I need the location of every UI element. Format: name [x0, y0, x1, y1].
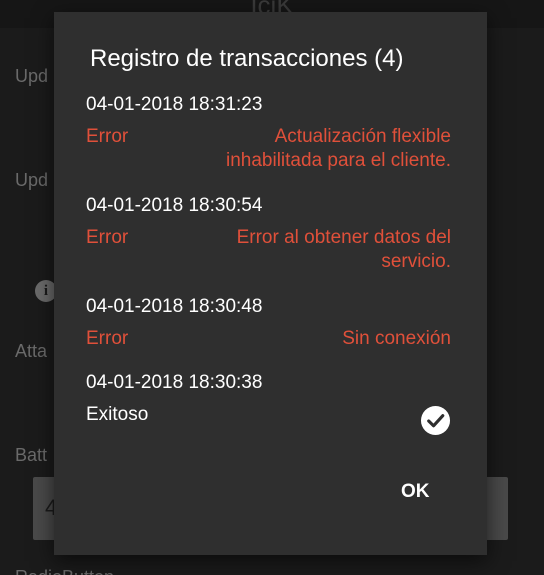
transaction-message: Sin conexión [342, 328, 451, 349]
transaction-item: 04-01-2018 18:30:48 Error Sin conexión [86, 296, 451, 351]
transaction-datetime: 04-01-2018 18:31:23 [86, 94, 263, 115]
transaction-item: 04-01-2018 18:30:38 Exitoso [86, 372, 451, 436]
transaction-status: Error [86, 328, 129, 349]
transaction-status: Error [86, 126, 129, 147]
transaction-datetime: 04-01-2018 18:30:54 [86, 195, 263, 216]
transaction-status: Error [86, 227, 129, 248]
bg-label-update-1: Upd [15, 66, 49, 86]
bg-label-update-2: Upd [15, 170, 49, 190]
transaction-log-dialog: Registro de transacciones (4) 04-01-2018… [54, 12, 487, 555]
transaction-datetime: 04-01-2018 18:30:38 [86, 372, 263, 393]
bg-label-battery: Batt [15, 445, 48, 465]
transaction-datetime: 04-01-2018 18:30:48 [86, 296, 263, 317]
check-circle-icon [420, 405, 451, 436]
transaction-item: 04-01-2018 18:31:23 Error Actualización … [86, 94, 451, 173]
transaction-message: Actualización flexible inhabilitada para… [226, 126, 451, 171]
bg-label-radio: RadioButton [15, 567, 114, 575]
transaction-message: Error al obtener datos del servicio. [236, 227, 451, 272]
transaction-status: Exitoso [86, 404, 149, 425]
ok-button[interactable]: OK [393, 477, 438, 507]
dialog-title: Registro de transacciones (4) [90, 45, 404, 72]
transaction-item: 04-01-2018 18:30:54 Error Error al obten… [86, 195, 451, 274]
bg-label-attach: Atta [15, 341, 48, 361]
